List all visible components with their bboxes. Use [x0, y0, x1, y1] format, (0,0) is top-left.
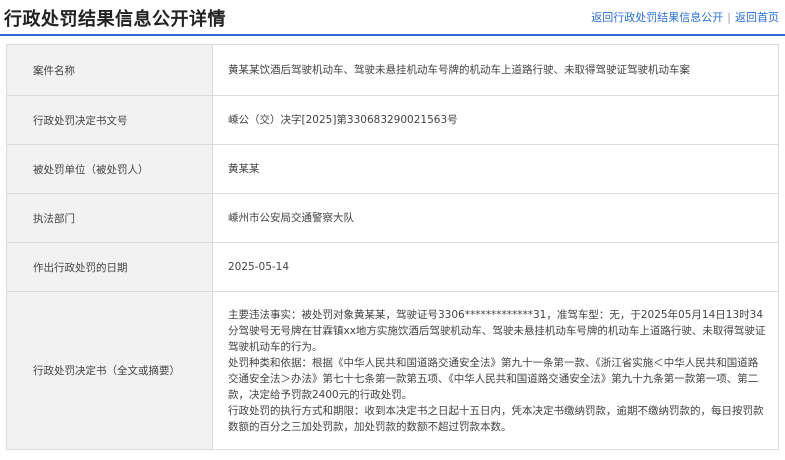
- row-value-enforcement-dept: 嵊州市公安局交通警察大队: [212, 193, 779, 243]
- table-row: 行政处罚决定书文号 嵊公（交）决字[2025]第330683290021563号: [6, 95, 779, 145]
- row-value-decision-text: 主要违法事实：被处罚对象黄某某，驾驶证号3306*************31，…: [212, 291, 779, 450]
- row-label-decision-text: 行政处罚决定书（全文或摘要）: [6, 291, 213, 450]
- table-row: 作出行政处罚的日期 2025-05-14: [6, 242, 779, 292]
- row-label-penalized-party: 被处罚单位（被处罚人）: [6, 144, 213, 194]
- table-row: 执法部门 嵊州市公安局交通警察大队: [6, 193, 779, 243]
- row-value-case-name: 黄某某饮酒后驾驶机动车、驾驶未悬挂机动车号牌的机动车上道路行驶、未取得驾驶证驾驶…: [212, 44, 779, 96]
- table-row: 被处罚单位（被处罚人） 黄某某: [6, 144, 779, 194]
- page-title: 行政处罚结果信息公开详情: [4, 9, 226, 30]
- detail-table: 案件名称 黄某某饮酒后驾驶机动车、驾驶未悬挂机动车号牌的机动车上道路行驶、未取得…: [6, 44, 779, 450]
- page-header: 行政处罚结果信息公开详情 返回行政处罚结果信息公开 | 返回首页: [0, 0, 785, 36]
- row-label-decision-number: 行政处罚决定书文号: [6, 95, 213, 145]
- row-label-case-name: 案件名称: [6, 44, 213, 96]
- row-value-penalized-party: 黄某某: [212, 144, 779, 194]
- home-link[interactable]: 返回首页: [735, 11, 779, 24]
- header-links: 返回行政处罚结果信息公开 | 返回首页: [591, 9, 779, 25]
- back-to-list-link[interactable]: 返回行政处罚结果信息公开: [591, 11, 723, 24]
- row-label-enforcement-dept: 执法部门: [6, 193, 213, 243]
- decision-paragraph-basis: 处罚种类和依据：根据《中华人民共和国道路交通安全法》第九十一条第一款、《浙江省实…: [228, 356, 759, 401]
- decision-paragraph-execution: 行政处罚的执行方式和期限：收到本决定书之日起十五日内，凭本决定书缴纳罚款，逾期不…: [228, 404, 764, 433]
- decision-paragraph-facts: 主要违法事实：被处罚对象黄某某，驾驶证号3306*************31，…: [228, 308, 766, 353]
- row-label-decision-date: 作出行政处罚的日期: [6, 242, 213, 292]
- table-row: 行政处罚决定书（全文或摘要） 主要违法事实：被处罚对象黄某某，驾驶证号3306*…: [6, 291, 779, 450]
- table-row: 案件名称 黄某某饮酒后驾驶机动车、驾驶未悬挂机动车号牌的机动车上道路行驶、未取得…: [6, 44, 779, 96]
- row-value-decision-number: 嵊公（交）决字[2025]第330683290021563号: [212, 95, 779, 145]
- link-separator: |: [727, 11, 731, 24]
- row-value-decision-date: 2025-05-14: [212, 242, 779, 292]
